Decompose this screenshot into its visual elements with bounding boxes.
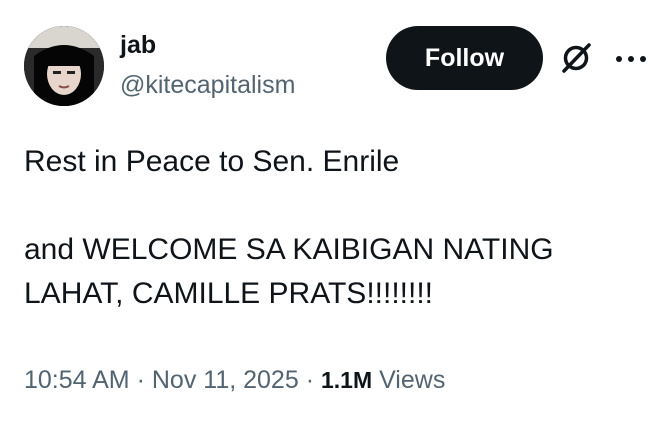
more-icon[interactable] [614, 52, 648, 64]
avatar[interactable] [24, 26, 104, 106]
tweet-time[interactable]: 10:54 AM [24, 366, 130, 394]
views-label: Views [379, 366, 446, 394]
avatar-image [24, 26, 104, 106]
author-handle[interactable]: @kitecapitalism [120, 70, 295, 100]
views-count[interactable]: 1.1M [321, 367, 372, 393]
follow-button[interactable]: Follow [386, 26, 543, 90]
author-name[interactable]: jab [120, 30, 156, 60]
tweet-meta: 10:54 AM · Nov 11, 2025 · 1.1M Views [24, 364, 445, 396]
tweet-date[interactable]: Nov 11, 2025 [152, 366, 299, 394]
tweet-text: Rest in Peace to Sen. Enrile and WELCOME… [24, 145, 554, 310]
meta-separator: · [136, 366, 145, 394]
meta-separator: · [305, 366, 315, 394]
grok-icon[interactable] [558, 40, 594, 76]
